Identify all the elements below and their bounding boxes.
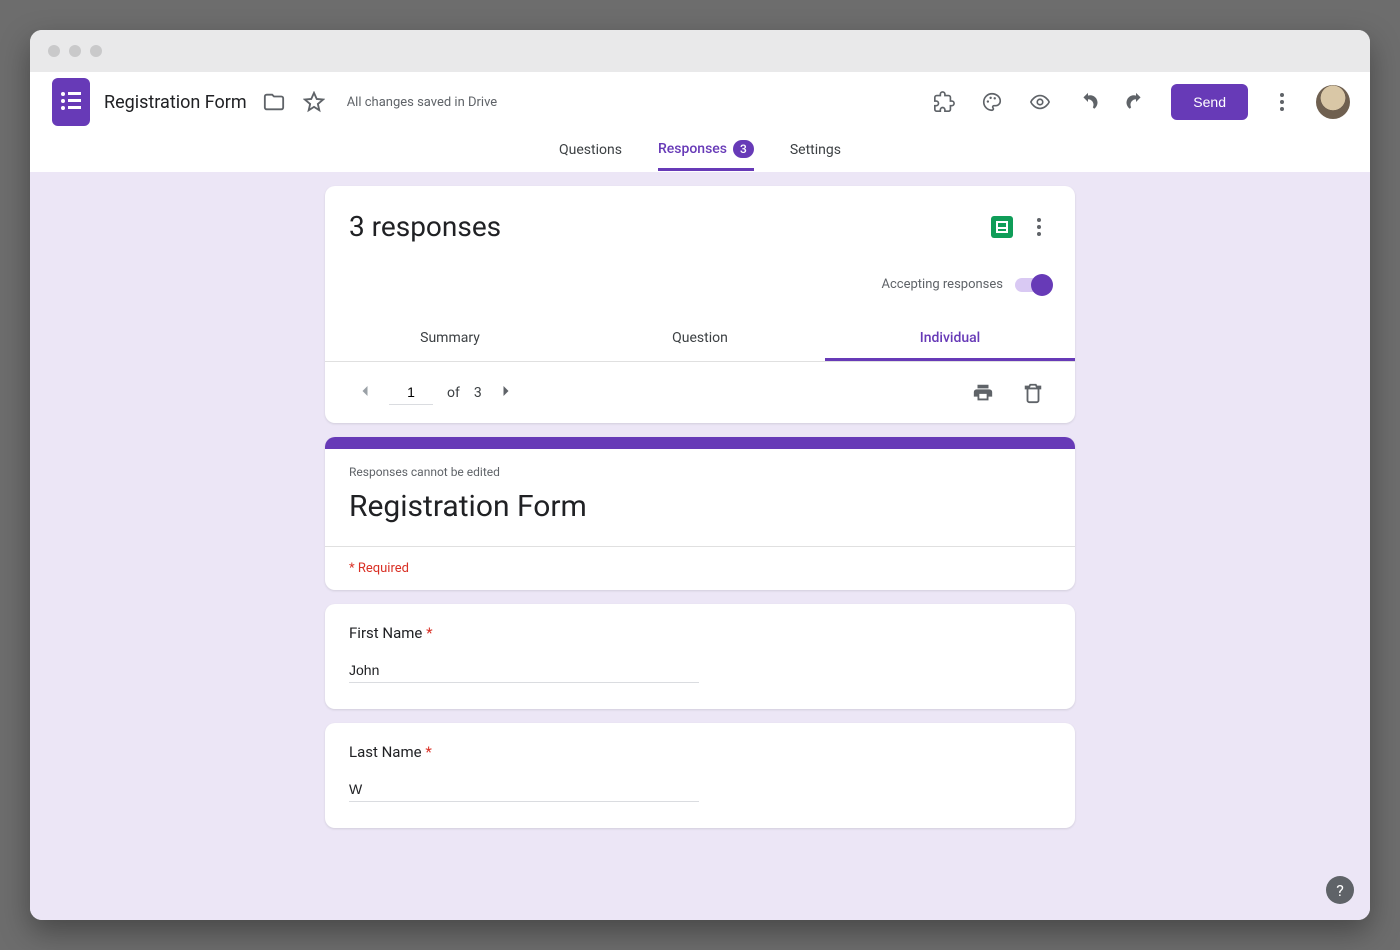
answer-first-name [349,658,699,683]
main-tabs: Questions Responses 3 Settings [30,132,1370,172]
folder-icon[interactable] [261,89,287,115]
palette-icon[interactable] [979,89,1005,115]
more-menu-icon[interactable] [1270,90,1294,114]
save-status: All changes saved in Drive [347,95,498,110]
answer-last-name [349,777,699,802]
tab-questions[interactable]: Questions [559,142,622,171]
preview-icon[interactable] [1027,89,1053,115]
question-label: Last Name * [349,743,1051,761]
required-star-icon: * [425,743,431,761]
response-pager: of 3 [349,362,1051,423]
response-view-tabs: Summary Question Individual [325,316,1075,362]
form-title-card: Responses cannot be edited Registration … [325,437,1075,590]
document-title[interactable]: Registration Form [104,92,247,113]
star-icon[interactable] [301,89,327,115]
sheets-icon[interactable] [991,216,1013,238]
browser-titlebar [30,30,1370,72]
print-icon[interactable] [965,382,1001,404]
app-header: Registration Form All changes saved in D… [30,72,1370,132]
accepting-responses-toggle[interactable] [1015,278,1051,292]
next-response-icon[interactable] [496,381,516,405]
account-avatar[interactable] [1316,85,1350,119]
view-tab-individual[interactable]: Individual [825,316,1075,361]
edit-disabled-note: Responses cannot be edited [349,465,1051,479]
required-star-icon: * [426,624,432,642]
responses-title: 3 responses [349,210,977,243]
question-card-first-name: First Name * [325,604,1075,709]
redo-icon[interactable] [1123,89,1149,115]
window-close-dot[interactable] [48,45,60,57]
window-zoom-dot[interactable] [90,45,102,57]
workspace: 3 responses Accepting responses Summary … [30,172,1370,920]
tab-settings[interactable]: Settings [790,142,841,171]
form-title: Registration Form [349,489,1051,524]
undo-icon[interactable] [1075,89,1101,115]
view-tab-question[interactable]: Question [575,316,825,361]
required-legend: * Required [325,547,1075,590]
tab-responses[interactable]: Responses 3 [658,140,754,171]
accepting-responses-label: Accepting responses [882,277,1004,292]
responses-more-icon[interactable] [1027,215,1051,239]
pager-total: 3 [474,385,482,401]
prev-response-icon[interactable] [355,381,375,405]
forms-logo-icon[interactable] [52,78,90,126]
responses-count-badge: 3 [733,140,754,158]
response-index-input[interactable] [389,380,433,405]
accent-bar [325,437,1075,449]
header-actions: Send [931,84,1350,120]
question-card-last-name: Last Name * [325,723,1075,828]
delete-response-icon[interactable] [1015,382,1051,404]
app-window: Registration Form All changes saved in D… [30,30,1370,920]
send-button[interactable]: Send [1171,84,1248,120]
window-minimize-dot[interactable] [69,45,81,57]
responses-card: 3 responses Accepting responses Summary … [325,186,1075,423]
pager-of-label: of [447,385,460,401]
addons-icon[interactable] [931,89,957,115]
tab-responses-label: Responses [658,141,727,157]
view-tab-summary[interactable]: Summary [325,316,575,361]
question-label: First Name * [349,624,1051,642]
help-icon[interactable]: ? [1326,876,1354,904]
